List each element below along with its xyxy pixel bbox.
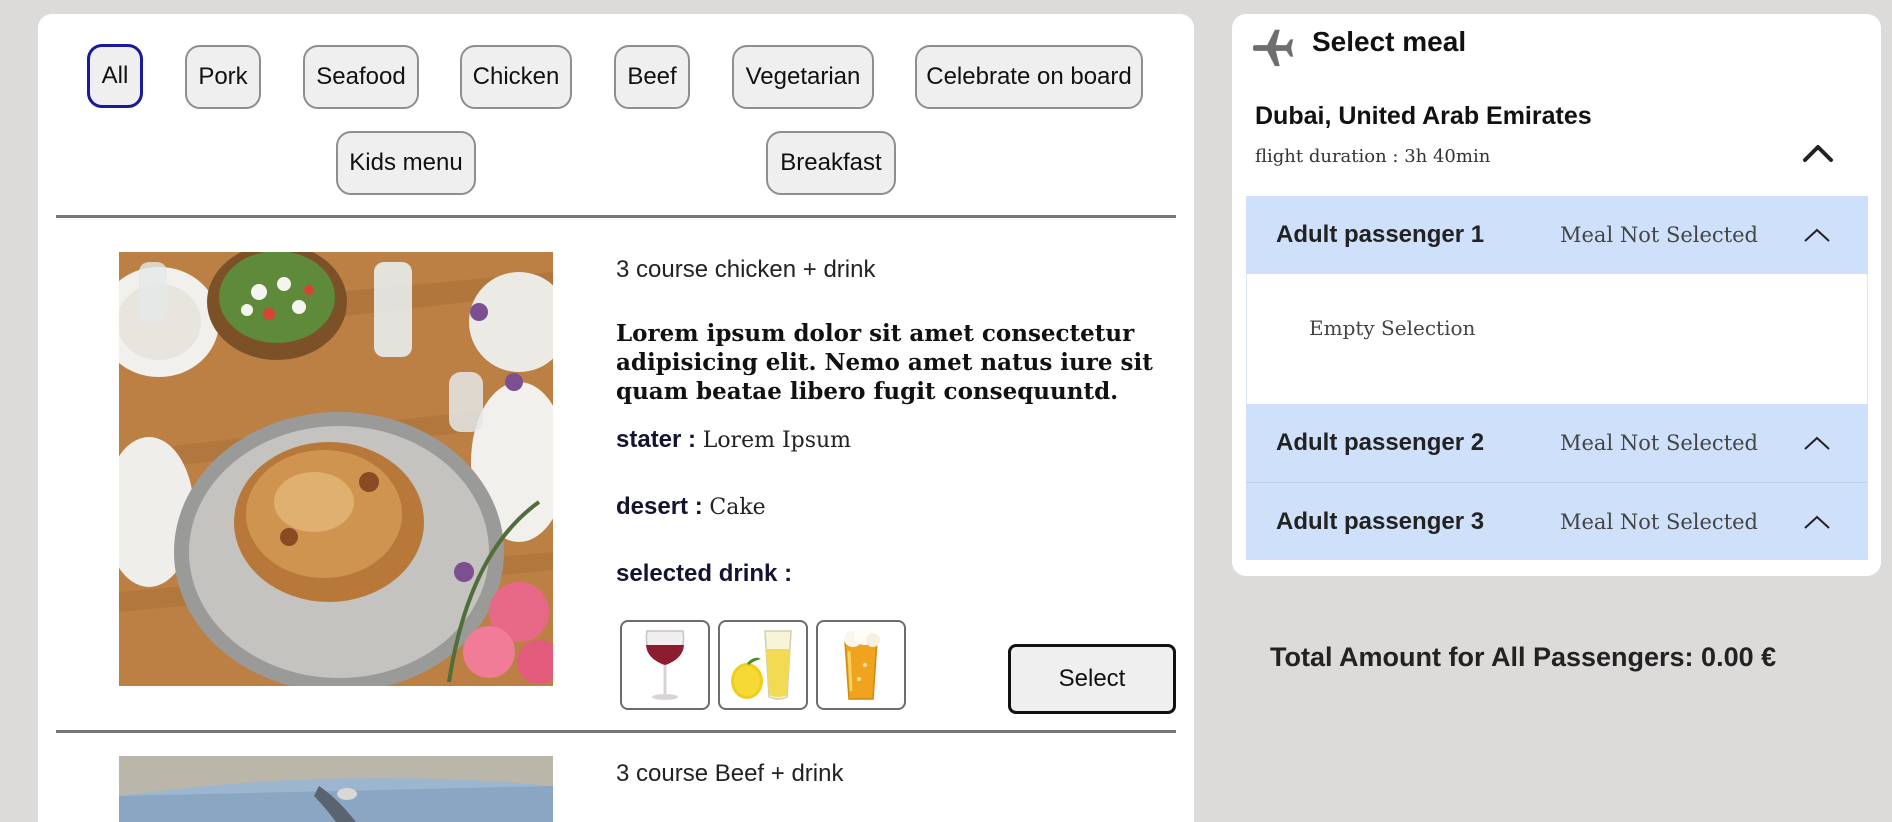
lemonade-icon <box>731 630 792 700</box>
selected-drink-label: selected drink : <box>616 560 793 587</box>
filter-chip-pork[interactable]: Pork <box>185 45 261 109</box>
meal-description: Lorem ipsum dolor sit amet consectetur a… <box>616 320 1153 405</box>
meal-catalog-panel: All Pork Seafood Chicken Beef Vegetarian… <box>38 14 1194 822</box>
select-meal-button[interactable]: Select <box>1008 644 1176 714</box>
dessert-value: Cake <box>709 495 766 520</box>
filter-chip-vegetarian[interactable]: Vegetarian <box>732 45 874 109</box>
panel-title: Select meal <box>1312 26 1467 57</box>
filter-chip-celebrate-on-board[interactable]: Celebrate on board <box>915 45 1143 109</box>
beer-icon <box>844 627 880 700</box>
empty-selection-text: Empty Selection <box>1309 316 1476 340</box>
meal-photo-chicken <box>119 252 553 686</box>
total-amount: Total Amount for All Passengers: 0.00 € <box>1270 642 1777 672</box>
passenger-name: Adult passenger 2 <box>1276 429 1485 456</box>
filter-chip-beef[interactable]: Beef <box>614 45 690 109</box>
meal-photo-beef <box>119 756 553 822</box>
meal-status: Meal Not Selected <box>1560 223 1759 247</box>
chevron-up-icon[interactable] <box>1802 225 1832 245</box>
starter-label: stater : <box>616 426 697 453</box>
starter-value: Lorem Ipsum <box>702 428 852 453</box>
filter-chip-all[interactable]: All <box>87 44 143 108</box>
flight-duration: flight duration : 3h 40min <box>1255 146 1491 167</box>
passenger-meal-panel: Select meal Dubai, United Arab Emirates … <box>1232 14 1881 576</box>
meal-divider <box>56 730 1176 733</box>
chevron-up-icon[interactable] <box>1802 512 1832 532</box>
filter-chip-seafood[interactable]: Seafood <box>303 45 419 109</box>
destination-label: Dubai, United Arab Emirates <box>1255 102 1592 130</box>
chevron-up-icon[interactable] <box>1800 140 1836 166</box>
passenger-row-3[interactable]: Adult passenger 3 Meal Not Selected <box>1246 482 1868 560</box>
filter-chip-kids-menu[interactable]: Kids menu <box>336 131 476 195</box>
airplane-icon <box>1252 29 1294 67</box>
passenger-1-details: Empty Selection <box>1246 274 1868 404</box>
meal-title: 3 course chicken + drink <box>616 256 876 283</box>
selected-drink-line: selected drink : <box>616 560 792 588</box>
passenger-row-2[interactable]: Adult passenger 2 Meal Not Selected <box>1246 404 1868 482</box>
passenger-name: Adult passenger 3 <box>1276 507 1485 535</box>
dessert-line: desert : Cake <box>616 493 766 521</box>
chevron-up-icon[interactable] <box>1802 433 1832 453</box>
filter-chip-chicken[interactable]: Chicken <box>460 45 572 109</box>
passenger-row-1[interactable]: Adult passenger 1 Meal Not Selected <box>1246 196 1868 274</box>
meal-status: Meal Not Selected <box>1560 509 1759 534</box>
drink-option-beer[interactable] <box>816 620 906 710</box>
drink-option-lemonade[interactable] <box>718 620 808 710</box>
meal-title: 3 course Beef + drink <box>616 760 844 787</box>
drink-option-wine[interactable] <box>620 620 710 710</box>
filter-divider <box>56 215 1176 218</box>
dessert-label: desert : <box>616 493 703 520</box>
passenger-name: Adult passenger 1 <box>1276 221 1485 248</box>
meal-status: Meal Not Selected <box>1560 431 1759 455</box>
wine-glass-icon <box>645 630 685 700</box>
starter-line: stater : Lorem Ipsum <box>616 426 851 454</box>
filter-chip-breakfast[interactable]: Breakfast <box>766 131 896 195</box>
